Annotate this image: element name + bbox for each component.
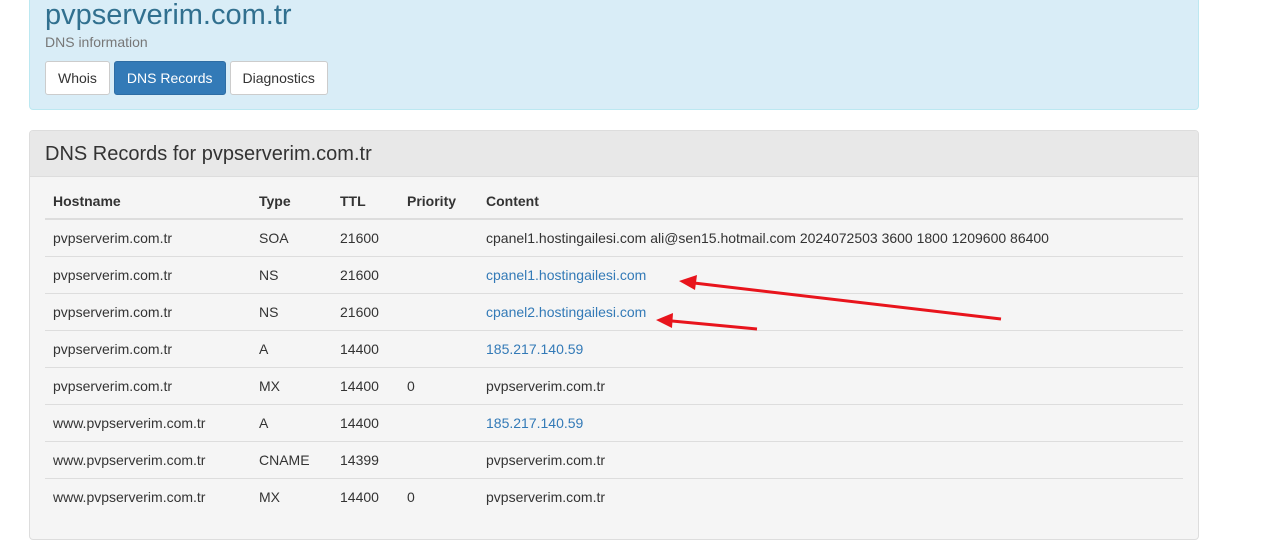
column-header-content: Content bbox=[478, 183, 1183, 220]
cell-hostname: www.pvpserverim.com.tr bbox=[45, 440, 251, 478]
column-header-type: Type bbox=[251, 183, 332, 220]
cell-content: pvpserverim.com.tr bbox=[478, 440, 1183, 478]
tab-whois[interactable]: Whois bbox=[45, 61, 110, 95]
cell-priority bbox=[399, 219, 478, 256]
cell-type: MX bbox=[251, 366, 332, 404]
dns-records-table: Hostname Type TTL Priority Content pvpse… bbox=[45, 183, 1183, 515]
cell-ttl: 21600 bbox=[332, 255, 399, 293]
cell-content: cpanel1.hostingailesi.com ali@sen15.hotm… bbox=[486, 229, 1049, 246]
cell-content: pvpserverim.com.tr bbox=[478, 477, 1183, 515]
dns-records-body: pvpserverim.com.tr SOA 21600 cpanel1.hostin… bbox=[45, 219, 1183, 515]
cell-content: cpanel2.hostingailesi.com bbox=[478, 292, 1183, 330]
cell-hostname: pvpserverim.com.tr bbox=[45, 366, 251, 404]
cell-ttl: 14400 bbox=[332, 366, 399, 404]
table-row: www.pvpserverim.com.tr A 14400 185.217.140.… bbox=[45, 403, 1183, 441]
cell-ttl: 21600 bbox=[332, 292, 399, 330]
cell-priority bbox=[399, 329, 478, 367]
cell-hostname: pvpserverim.com.tr bbox=[53, 229, 173, 246]
cell-priority: 0 bbox=[399, 477, 478, 515]
tab-diagnostics[interactable]: Diagnostics bbox=[229, 61, 328, 95]
cell-hostname: pvpserverim.com.tr bbox=[45, 329, 251, 367]
cell-priority: 0 bbox=[399, 366, 478, 404]
domain-header-panel: pvpserverim.com.tr DNS information Whois… bbox=[29, 0, 1199, 110]
record-content-link[interactable]: cpanel1.hostingailesi.com bbox=[486, 267, 646, 283]
cell-content: cpanel1.hostingailesi.com bbox=[478, 255, 1183, 293]
table-row: pvpserverim.com.tr NS 21600 cpanel2.hosting… bbox=[45, 292, 1183, 330]
tab-dns-records[interactable]: DNS Records bbox=[113, 61, 226, 95]
table-row: www.pvpserverim.com.tr MX 14400 0 pvpserveri… bbox=[45, 477, 1183, 515]
cell-hostname: www.pvpserverim.com.tr bbox=[45, 403, 251, 441]
cell-priority bbox=[399, 255, 478, 293]
cell-type: MX bbox=[251, 477, 332, 515]
cell-priority bbox=[399, 440, 478, 478]
cell-hostname: pvpserverim.com.tr bbox=[45, 255, 251, 293]
tab-bar: Whois DNS Records Diagnostics bbox=[45, 61, 328, 95]
cell-type: SOA bbox=[259, 229, 289, 246]
cell-type: NS bbox=[251, 292, 332, 330]
record-content-link[interactable]: 185.217.140.59 bbox=[486, 415, 583, 431]
cell-hostname: pvpserverim.com.tr bbox=[45, 292, 251, 330]
cell-ttl: 14399 bbox=[332, 440, 399, 478]
cell-ttl: 14400 bbox=[332, 477, 399, 515]
column-header-priority: Priority bbox=[399, 183, 478, 220]
table-header-row: Hostname Type TTL Priority Content bbox=[45, 183, 1183, 220]
column-header-hostname: Hostname bbox=[45, 183, 251, 220]
cell-type: NS bbox=[251, 255, 332, 293]
cell-content: 185.217.140.59 bbox=[478, 403, 1183, 441]
page-title: pvpserverim.com.tr bbox=[45, 0, 292, 31]
column-header-ttl: TTL bbox=[332, 183, 399, 220]
cell-priority bbox=[399, 292, 478, 330]
table-row: www.pvpserverim.com.tr CNAME 14399 pvpserve… bbox=[45, 440, 1183, 478]
cell-ttl: 21600 bbox=[340, 229, 379, 246]
cell-ttl: 14400 bbox=[332, 329, 399, 367]
cell-type: CNAME bbox=[251, 440, 332, 478]
cell-content: pvpserverim.com.tr bbox=[478, 366, 1183, 404]
table-row: pvpserverim.com.tr MX 14400 0 pvpserverim.co… bbox=[45, 366, 1183, 404]
cell-type: A bbox=[251, 403, 332, 441]
table-row: pvpserverim.com.tr A 14400 185.217.140.59 bbox=[45, 329, 1183, 367]
dns-records-panel: DNS Records for pvpserverim.com.tr Hostn… bbox=[29, 130, 1199, 540]
cell-type: A bbox=[251, 329, 332, 367]
table-row: pvpserverim.com.tr SOA 21600 cpanel1.hostin… bbox=[45, 219, 1183, 256]
record-content-link[interactable]: 185.217.140.59 bbox=[486, 341, 583, 357]
page-subtitle: DNS information bbox=[45, 34, 148, 50]
cell-ttl: 14400 bbox=[332, 403, 399, 441]
record-content-link[interactable]: cpanel2.hostingailesi.com bbox=[486, 304, 646, 320]
table-row: pvpserverim.com.tr NS 21600 cpanel1.hosting… bbox=[45, 255, 1183, 293]
cell-priority bbox=[399, 403, 478, 441]
cell-content: 185.217.140.59 bbox=[478, 329, 1183, 367]
cell-hostname: www.pvpserverim.com.tr bbox=[45, 477, 251, 515]
records-panel-heading: DNS Records for pvpserverim.com.tr bbox=[30, 131, 1198, 177]
